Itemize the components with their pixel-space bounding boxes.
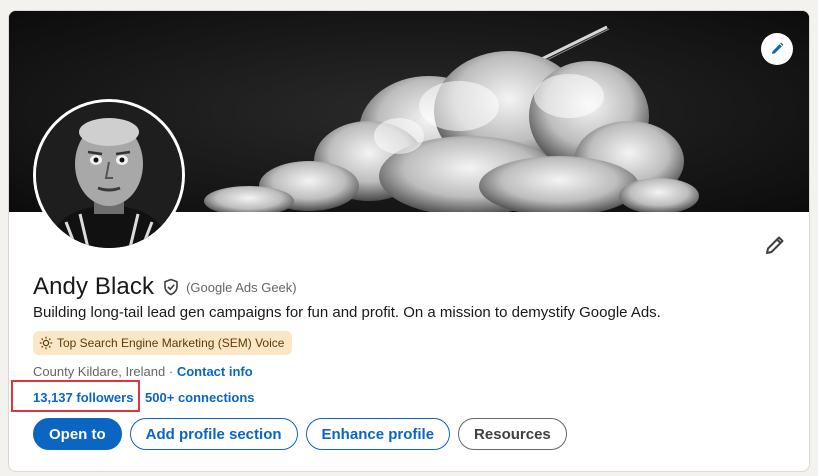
- add-profile-section-button[interactable]: Add profile section: [129, 418, 298, 450]
- location: County Kildare, Ireland: [33, 364, 166, 379]
- profile-actions: Open to Add profile section Enhance prof…: [33, 418, 567, 450]
- separator: ·: [168, 364, 174, 379]
- connections-link[interactable]: 500+ connections: [145, 390, 254, 405]
- edit-intro-button[interactable]: [763, 233, 787, 257]
- sun-icon: [39, 336, 53, 350]
- badge-label: Top Search Engine Marketing (SEM) Voice: [57, 336, 285, 350]
- avatar: [36, 102, 182, 248]
- location-row: County Kildare, Ireland · Contact info: [33, 364, 253, 379]
- stats-row: 13,137 followers · 500+ connections: [33, 390, 255, 405]
- contact-info-link[interactable]: Contact info: [177, 364, 253, 379]
- profile-card: Andy Black (Google Ads Geek) Building lo…: [8, 10, 810, 472]
- profile-photo[interactable]: [33, 99, 185, 251]
- name-row: Andy Black (Google Ads Geek): [33, 273, 297, 301]
- edit-banner-button[interactable]: [761, 33, 793, 65]
- shield-check-icon[interactable]: [162, 278, 180, 296]
- profile-name: Andy Black: [33, 273, 155, 300]
- headline: Building long-tail lead gen campaigns fo…: [33, 304, 661, 321]
- voice-badge[interactable]: Top Search Engine Marketing (SEM) Voice: [33, 331, 293, 355]
- pencil-icon: [772, 42, 784, 54]
- enhance-profile-button[interactable]: Enhance profile: [305, 418, 451, 450]
- separator: ·: [137, 390, 142, 405]
- pencil-icon: [766, 236, 784, 254]
- resources-button[interactable]: Resources: [458, 418, 567, 450]
- pronouns: (Google Ads Geek): [186, 279, 297, 295]
- open-to-button[interactable]: Open to: [33, 418, 122, 450]
- followers-link[interactable]: 13,137 followers: [33, 390, 133, 405]
